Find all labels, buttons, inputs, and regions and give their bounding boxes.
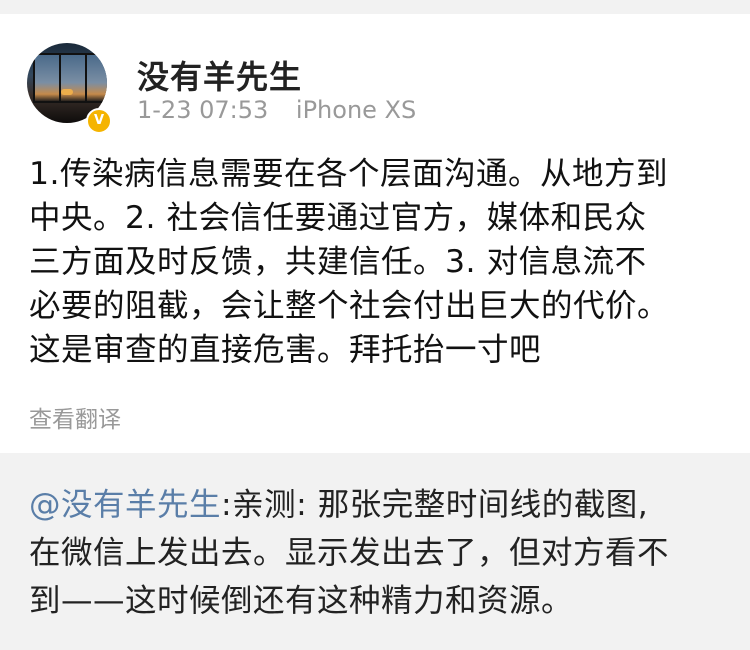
translate-link[interactable]: 查看翻译 [29,400,121,434]
avatar-window-pane [59,53,87,103]
author-name[interactable]: 没有羊先生 [137,52,302,98]
repost-text: @没有羊先生:亲测: 那张完整时间线的截图, 在微信上发出去。显示发出去了，但对… [29,481,729,625]
top-divider [0,0,750,14]
mention-link[interactable]: @没有羊先生 [29,487,221,523]
verified-badge-icon: V [86,108,112,134]
post-meta: 1-23 07:53 iPhone XS [137,96,436,124]
repost-card[interactable]: @没有羊先生:亲测: 那张完整时间线的截图, 在微信上发出去。显示发出去了，但对… [0,453,750,650]
post-device: iPhone XS [295,96,417,124]
post-content-line: 1.传染病信息需要在各个层面沟通。从地方到 [29,156,669,192]
post-content-line: 三方面及时反馈，共建信任。3. 对信息流不 [29,244,647,280]
post-content: 1.传染病信息需要在各个层面沟通。从地方到 中央。2. 社会信任要通过官方，媒体… [29,152,729,372]
repost-line: 在微信上发出去。显示发出去了，但对方看不 [29,535,670,571]
post-header: V 没有羊先生 1-23 07:53 iPhone XS [0,14,750,134]
avatar-window-pane [33,53,61,103]
repost-line: @没有羊先生:亲测: 那张完整时间线的截图, [29,481,729,529]
repost-line-text: :亲测: 那张完整时间线的截图, [221,487,649,523]
avatar-sunset [61,89,73,95]
post-timestamp: 1-23 07:53 [137,96,269,124]
repost-line: 到——这时候倒还有这种精力和资源。 [29,583,574,619]
post-content-line: 这是审查的直接危害。拜托抬一寸吧 [29,332,542,368]
avatar-window-pane [85,53,107,103]
post-content-line: 中央。2. 社会信任要通过官方，媒体和民众 [29,200,647,236]
post-content-line: 必要的阻截，会让整个社会付出巨大的代价。 [29,288,670,324]
weibo-post: V 没有羊先生 1-23 07:53 iPhone XS 1.传染病信息需要在各… [0,0,750,650]
